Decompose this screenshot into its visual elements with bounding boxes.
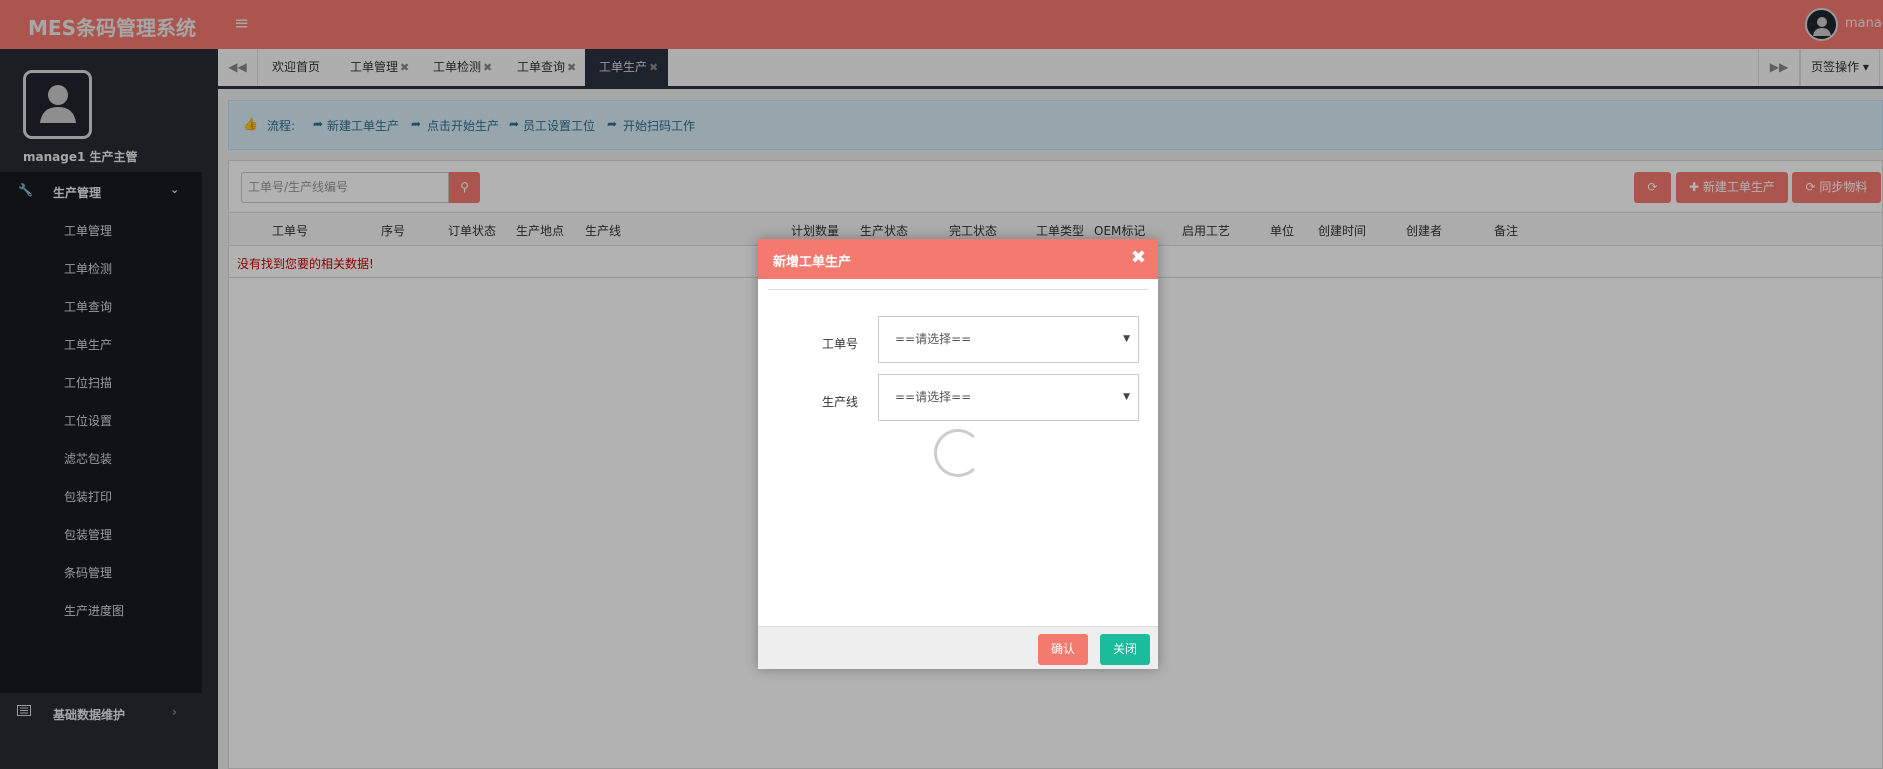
divider — [768, 289, 1148, 290]
work-order-select[interactable]: ==请选择== ▼ — [878, 316, 1139, 363]
close-button[interactable]: 关闭 — [1100, 634, 1150, 665]
new-production-dialog: 新增工单生产 ✖ 工单号 ==请选择== ▼ 生产线 ==请选择== ▼ 确认 关闭 — [758, 239, 1158, 669]
dialog-footer: 确认 关闭 — [758, 626, 1158, 669]
select-value: ==请选择== — [895, 390, 972, 404]
caret-down-icon: ▼ — [1123, 392, 1130, 402]
dialog-title: 新增工单生产 — [773, 255, 852, 270]
production-line-select[interactable]: ==请选择== ▼ — [878, 374, 1139, 421]
confirm-button[interactable]: 确认 — [1038, 634, 1088, 665]
dialog-header: 新增工单生产 ✖ — [758, 239, 1158, 279]
select-value: ==请选择== — [895, 332, 972, 346]
field-label: 生产线 — [821, 395, 858, 409]
caret-down-icon: ▼ — [1123, 334, 1130, 344]
loading-spinner-icon — [934, 429, 982, 477]
field-label: 工单号 — [821, 337, 858, 351]
close-icon[interactable]: ✖ — [1131, 247, 1146, 268]
